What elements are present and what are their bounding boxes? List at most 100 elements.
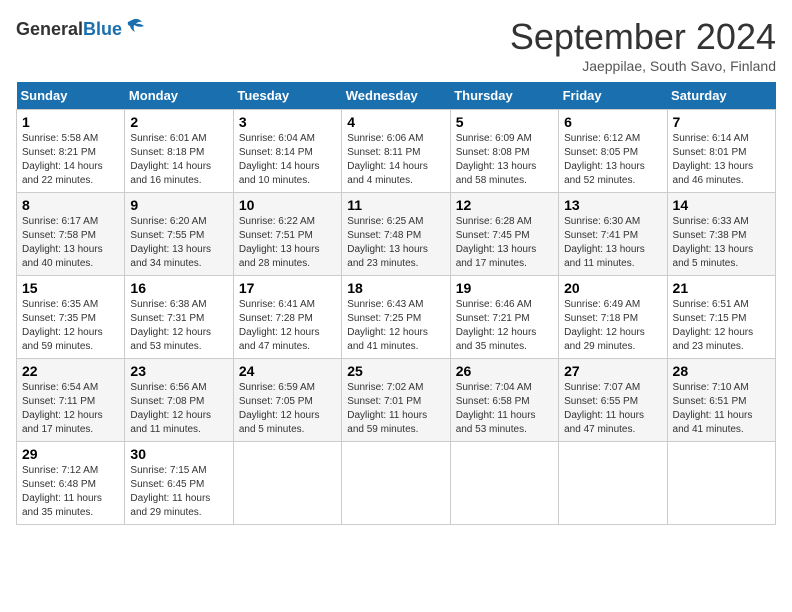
day-detail: Sunrise: 6:59 AMSunset: 7:05 PMDaylight:… [239, 382, 320, 435]
table-row: 6 Sunrise: 6:12 AMSunset: 8:05 PMDayligh… [559, 110, 667, 193]
day-number: 25 [347, 363, 444, 379]
day-detail: Sunrise: 7:10 AMSunset: 6:51 PMDaylight:… [673, 382, 753, 435]
day-detail: Sunrise: 6:14 AMSunset: 8:01 PMDaylight:… [673, 133, 754, 186]
location-text: Jaeppilae, South Savo, Finland [510, 58, 776, 74]
day-number: 2 [130, 114, 227, 130]
table-row: 8 Sunrise: 6:17 AMSunset: 7:58 PMDayligh… [17, 193, 125, 276]
table-row [450, 442, 558, 525]
day-detail: Sunrise: 6:01 AMSunset: 8:18 PMDaylight:… [130, 133, 211, 186]
day-number: 17 [239, 280, 336, 296]
header-friday: Friday [559, 82, 667, 110]
table-row: 21 Sunrise: 6:51 AMSunset: 7:15 PMDaylig… [667, 276, 775, 359]
table-row [342, 442, 450, 525]
table-row: 10 Sunrise: 6:22 AMSunset: 7:51 PMDaylig… [233, 193, 341, 276]
table-row: 19 Sunrise: 6:46 AMSunset: 7:21 PMDaylig… [450, 276, 558, 359]
logo-bird-icon [124, 16, 146, 43]
week-row: 1 Sunrise: 5:58 AMSunset: 8:21 PMDayligh… [17, 110, 776, 193]
table-row: 29 Sunrise: 7:12 AMSunset: 6:48 PMDaylig… [17, 442, 125, 525]
day-number: 1 [22, 114, 119, 130]
header-saturday: Saturday [667, 82, 775, 110]
table-row: 24 Sunrise: 6:59 AMSunset: 7:05 PMDaylig… [233, 359, 341, 442]
day-number: 27 [564, 363, 661, 379]
day-number: 4 [347, 114, 444, 130]
day-detail: Sunrise: 6:22 AMSunset: 7:51 PMDaylight:… [239, 216, 320, 269]
table-row: 25 Sunrise: 7:02 AMSunset: 7:01 PMDaylig… [342, 359, 450, 442]
day-detail: Sunrise: 6:06 AMSunset: 8:11 PMDaylight:… [347, 133, 428, 186]
day-detail: Sunrise: 6:17 AMSunset: 7:58 PMDaylight:… [22, 216, 103, 269]
day-number: 28 [673, 363, 770, 379]
table-row: 5 Sunrise: 6:09 AMSunset: 8:08 PMDayligh… [450, 110, 558, 193]
day-number: 11 [347, 197, 444, 213]
table-row: 26 Sunrise: 7:04 AMSunset: 6:58 PMDaylig… [450, 359, 558, 442]
day-detail: Sunrise: 6:56 AMSunset: 7:08 PMDaylight:… [130, 382, 211, 435]
table-row: 15 Sunrise: 6:35 AMSunset: 7:35 PMDaylig… [17, 276, 125, 359]
day-number: 23 [130, 363, 227, 379]
table-row: 27 Sunrise: 7:07 AMSunset: 6:55 PMDaylig… [559, 359, 667, 442]
day-detail: Sunrise: 6:04 AMSunset: 8:14 PMDaylight:… [239, 133, 320, 186]
table-row [233, 442, 341, 525]
day-number: 12 [456, 197, 553, 213]
table-row: 18 Sunrise: 6:43 AMSunset: 7:25 PMDaylig… [342, 276, 450, 359]
day-number: 3 [239, 114, 336, 130]
day-number: 7 [673, 114, 770, 130]
day-detail: Sunrise: 6:54 AMSunset: 7:11 PMDaylight:… [22, 382, 103, 435]
calendar-table: Sunday Monday Tuesday Wednesday Thursday… [16, 82, 776, 525]
table-row: 22 Sunrise: 6:54 AMSunset: 7:11 PMDaylig… [17, 359, 125, 442]
header-monday: Monday [125, 82, 233, 110]
day-detail: Sunrise: 6:43 AMSunset: 7:25 PMDaylight:… [347, 299, 428, 352]
day-detail: Sunrise: 7:04 AMSunset: 6:58 PMDaylight:… [456, 382, 536, 435]
week-row: 8 Sunrise: 6:17 AMSunset: 7:58 PMDayligh… [17, 193, 776, 276]
header-row: Sunday Monday Tuesday Wednesday Thursday… [17, 82, 776, 110]
day-number: 8 [22, 197, 119, 213]
day-detail: Sunrise: 6:09 AMSunset: 8:08 PMDaylight:… [456, 133, 537, 186]
week-row: 29 Sunrise: 7:12 AMSunset: 6:48 PMDaylig… [17, 442, 776, 525]
day-number: 20 [564, 280, 661, 296]
day-detail: Sunrise: 7:12 AMSunset: 6:48 PMDaylight:… [22, 465, 102, 518]
day-number: 19 [456, 280, 553, 296]
table-row: 28 Sunrise: 7:10 AMSunset: 6:51 PMDaylig… [667, 359, 775, 442]
logo-general: General [16, 19, 83, 40]
day-detail: Sunrise: 6:33 AMSunset: 7:38 PMDaylight:… [673, 216, 754, 269]
day-number: 26 [456, 363, 553, 379]
table-row: 16 Sunrise: 6:38 AMSunset: 7:31 PMDaylig… [125, 276, 233, 359]
day-number: 5 [456, 114, 553, 130]
day-number: 16 [130, 280, 227, 296]
page-header: General Blue September 2024 Jaeppilae, S… [16, 16, 776, 74]
day-number: 6 [564, 114, 661, 130]
day-detail: Sunrise: 6:20 AMSunset: 7:55 PMDaylight:… [130, 216, 211, 269]
day-detail: Sunrise: 5:58 AMSunset: 8:21 PMDaylight:… [22, 133, 103, 186]
header-wednesday: Wednesday [342, 82, 450, 110]
day-detail: Sunrise: 6:49 AMSunset: 7:18 PMDaylight:… [564, 299, 645, 352]
table-row: 9 Sunrise: 6:20 AMSunset: 7:55 PMDayligh… [125, 193, 233, 276]
day-number: 14 [673, 197, 770, 213]
header-tuesday: Tuesday [233, 82, 341, 110]
day-number: 24 [239, 363, 336, 379]
day-detail: Sunrise: 6:25 AMSunset: 7:48 PMDaylight:… [347, 216, 428, 269]
table-row: 17 Sunrise: 6:41 AMSunset: 7:28 PMDaylig… [233, 276, 341, 359]
week-row: 15 Sunrise: 6:35 AMSunset: 7:35 PMDaylig… [17, 276, 776, 359]
day-detail: Sunrise: 6:41 AMSunset: 7:28 PMDaylight:… [239, 299, 320, 352]
table-row [667, 442, 775, 525]
logo: General Blue [16, 16, 146, 43]
day-detail: Sunrise: 6:46 AMSunset: 7:21 PMDaylight:… [456, 299, 537, 352]
table-row: 30 Sunrise: 7:15 AMSunset: 6:45 PMDaylig… [125, 442, 233, 525]
title-block: September 2024 Jaeppilae, South Savo, Fi… [510, 16, 776, 74]
day-detail: Sunrise: 6:12 AMSunset: 8:05 PMDaylight:… [564, 133, 645, 186]
table-row: 23 Sunrise: 6:56 AMSunset: 7:08 PMDaylig… [125, 359, 233, 442]
header-thursday: Thursday [450, 82, 558, 110]
day-number: 30 [130, 446, 227, 462]
table-row: 12 Sunrise: 6:28 AMSunset: 7:45 PMDaylig… [450, 193, 558, 276]
table-row: 14 Sunrise: 6:33 AMSunset: 7:38 PMDaylig… [667, 193, 775, 276]
day-number: 18 [347, 280, 444, 296]
table-row: 3 Sunrise: 6:04 AMSunset: 8:14 PMDayligh… [233, 110, 341, 193]
day-detail: Sunrise: 7:02 AMSunset: 7:01 PMDaylight:… [347, 382, 427, 435]
day-detail: Sunrise: 6:30 AMSunset: 7:41 PMDaylight:… [564, 216, 645, 269]
day-detail: Sunrise: 6:38 AMSunset: 7:31 PMDaylight:… [130, 299, 211, 352]
table-row [559, 442, 667, 525]
table-row: 2 Sunrise: 6:01 AMSunset: 8:18 PMDayligh… [125, 110, 233, 193]
day-number: 21 [673, 280, 770, 296]
day-detail: Sunrise: 7:15 AMSunset: 6:45 PMDaylight:… [130, 465, 210, 518]
day-detail: Sunrise: 6:51 AMSunset: 7:15 PMDaylight:… [673, 299, 754, 352]
day-detail: Sunrise: 6:35 AMSunset: 7:35 PMDaylight:… [22, 299, 103, 352]
day-number: 9 [130, 197, 227, 213]
